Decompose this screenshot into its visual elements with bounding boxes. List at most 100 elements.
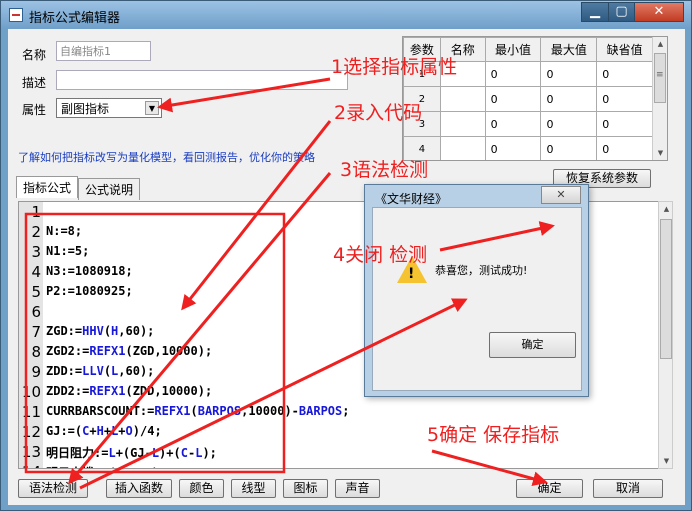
title-bar[interactable]: 指标公式编辑器 ▁ ▢ ✕ bbox=[1, 1, 691, 29]
param-max-cell[interactable]: 0 bbox=[540, 111, 598, 137]
code-keyword: C bbox=[180, 446, 188, 460]
ok-button[interactable]: 确定 bbox=[516, 479, 583, 498]
code-token: (ZDD,10000); bbox=[125, 384, 213, 398]
attr-label: 属性 bbox=[22, 103, 47, 117]
param-default-cell[interactable]: 0 bbox=[596, 61, 653, 87]
dialog-message: 恭喜您，测试成功! bbox=[435, 264, 528, 277]
scroll-up-icon[interactable]: ▲ bbox=[653, 37, 667, 51]
table-row[interactable]: 4 0 0 0 bbox=[403, 136, 653, 160]
code-keyword: REFX1 bbox=[89, 344, 126, 358]
chevron-down-icon[interactable]: ▼ bbox=[145, 101, 159, 115]
code-text: P2:=1080925; bbox=[46, 284, 133, 298]
param-name-cell[interactable] bbox=[439, 111, 486, 137]
code-text: GJ:=(C+H+L+O)/4; bbox=[46, 424, 162, 438]
code-token: N:=8; bbox=[46, 224, 83, 238]
attr-select-value: 副图指标 bbox=[61, 102, 110, 116]
attr-select[interactable]: 副图指标 ▼ bbox=[56, 98, 162, 118]
param-min-cell[interactable]: 0 bbox=[484, 136, 542, 160]
insert-function-button[interactable]: 插入函数 bbox=[106, 479, 172, 498]
scroll-thumb[interactable] bbox=[660, 219, 672, 359]
param-max-cell[interactable]: 0 bbox=[540, 86, 598, 112]
table-row[interactable]: 3 0 0 0 bbox=[403, 111, 653, 137]
code-line[interactable]: 11 CURRBARSCOUNT:=REFX1(BARPOS,10000)-BAR… bbox=[19, 402, 666, 422]
minimize-icon: ▁ bbox=[590, 4, 600, 19]
code-token: )+( bbox=[159, 446, 181, 460]
code-text: ZDD:=LLV(L,60); bbox=[46, 364, 154, 378]
icon-button[interactable]: 图标 bbox=[283, 479, 328, 498]
code-token: ,10000)- bbox=[241, 404, 299, 418]
maximize-button[interactable]: ▢ bbox=[608, 2, 635, 22]
scroll-thumb[interactable] bbox=[654, 53, 666, 103]
code-token: 明日支撑:=(C-2*L) bbox=[46, 466, 159, 468]
code-token: (ZGD,10000); bbox=[125, 344, 213, 358]
line-number: 8 bbox=[19, 342, 43, 362]
editor-scrollbar[interactable]: ▲ ▼ bbox=[658, 201, 673, 469]
code-keyword: REFX1 bbox=[154, 404, 191, 418]
close-icon: ✕ bbox=[653, 4, 665, 19]
code-text: N1:=5; bbox=[46, 244, 89, 258]
line-number: 13 bbox=[19, 442, 43, 462]
dialog-title: 《文华财经》 bbox=[375, 192, 448, 206]
name-field[interactable]: 自编指标1 bbox=[56, 41, 151, 61]
line-number: 2 bbox=[19, 222, 43, 242]
col-header: 最小值 bbox=[484, 37, 542, 62]
dialog-ok-button[interactable]: 确定 bbox=[489, 332, 576, 358]
code-token: + bbox=[103, 424, 112, 438]
line-number: 4 bbox=[19, 262, 43, 282]
code-token: P2:=1080925; bbox=[46, 284, 133, 298]
code-token: ( bbox=[103, 324, 112, 338]
code-token: ; bbox=[342, 404, 350, 418]
param-name-cell[interactable] bbox=[439, 136, 486, 160]
annotation-step2: 2录入代码 bbox=[334, 102, 423, 124]
code-token: ZGD2:= bbox=[46, 344, 90, 358]
code-line[interactable]: 13 明日阻力:=L+(GJ-L)+(C-L); bbox=[19, 442, 666, 462]
param-default-cell[interactable]: 0 bbox=[596, 111, 653, 137]
tab-formula[interactable]: 指标公式 bbox=[16, 176, 79, 198]
color-button[interactable]: 颜色 bbox=[179, 479, 224, 498]
desc-label: 描述 bbox=[22, 76, 47, 90]
code-token: )/4; bbox=[132, 424, 162, 438]
code-line[interactable]: 14明日支撑:=(C-2*L) bbox=[19, 462, 666, 468]
minimize-button[interactable]: ▁ bbox=[581, 2, 609, 22]
scroll-down-icon[interactable]: ▼ bbox=[659, 454, 674, 468]
line-number: 3 bbox=[19, 242, 43, 262]
param-max-cell[interactable]: 0 bbox=[540, 61, 598, 87]
dialog-close-button[interactable]: ✕ bbox=[541, 186, 581, 204]
syntax-check-button[interactable]: 语法检测 bbox=[18, 479, 88, 498]
scroll-up-icon[interactable]: ▲ bbox=[659, 202, 674, 216]
param-min-cell[interactable]: 0 bbox=[484, 61, 542, 87]
quant-model-link[interactable]: 了解如何把指标改写为量化模型，看回测报告，优化你的策略 bbox=[18, 149, 315, 165]
param-default-cell[interactable]: 0 bbox=[596, 86, 653, 112]
code-token: +(GJ- bbox=[115, 446, 152, 460]
tab-description[interactable]: 公式说明 bbox=[78, 178, 141, 200]
param-name-cell[interactable] bbox=[439, 86, 486, 112]
code-token: ZDD:= bbox=[46, 364, 83, 378]
param-min-cell[interactable]: 0 bbox=[484, 111, 542, 137]
desc-field[interactable] bbox=[56, 70, 348, 90]
code-token: ( bbox=[103, 364, 112, 378]
code-token: 明日阻力:= bbox=[46, 446, 109, 460]
line-number: 11 bbox=[19, 402, 43, 422]
param-default-cell[interactable]: 0 bbox=[596, 136, 653, 160]
close-button[interactable]: ✕ bbox=[634, 2, 684, 22]
params-scrollbar[interactable]: ▲ ▼ bbox=[652, 37, 667, 160]
annotation-step4: 4关闭 检测 bbox=[333, 244, 428, 266]
cancel-button[interactable]: 取消 bbox=[593, 479, 663, 498]
line-number: 1 bbox=[19, 202, 43, 222]
param-max-cell[interactable]: 0 bbox=[540, 136, 598, 160]
line-type-button[interactable]: 线型 bbox=[231, 479, 276, 498]
code-keyword: L bbox=[151, 446, 160, 460]
sound-button[interactable]: 声音 bbox=[335, 479, 380, 498]
warning-mark: ! bbox=[408, 266, 415, 282]
code-text: 明日阻力:=L+(GJ-L)+(C-L); bbox=[46, 444, 217, 461]
table-row[interactable]: 2 0 0 0 bbox=[403, 86, 653, 112]
annotation-step3: 3语法检测 bbox=[340, 159, 429, 181]
code-line[interactable]: 12 GJ:=(C+H+L+O)/4; bbox=[19, 422, 666, 442]
code-token: ZDD2:= bbox=[46, 384, 90, 398]
code-keyword: HHV bbox=[82, 324, 104, 338]
success-dialog: 《文华财经》 ✕ ! 恭喜您，测试成功! 确定 bbox=[364, 184, 589, 397]
scroll-down-icon[interactable]: ▼ bbox=[653, 146, 667, 160]
code-token: GJ:=( bbox=[46, 424, 83, 438]
param-min-cell[interactable]: 0 bbox=[484, 86, 542, 112]
code-token: ,60); bbox=[118, 364, 155, 378]
